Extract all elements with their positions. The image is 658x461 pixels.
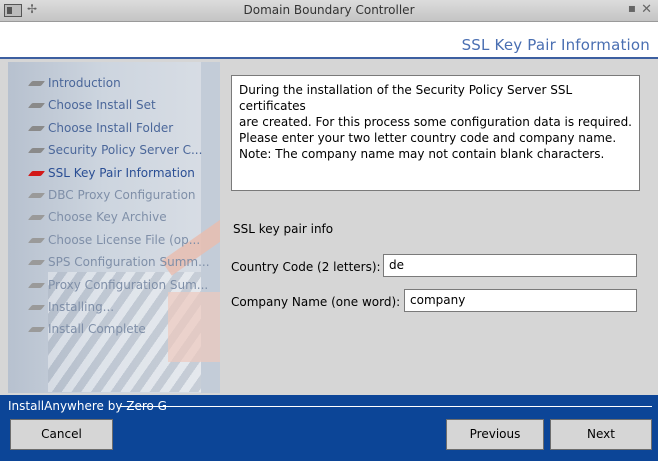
step-label: Proxy Configuration Sum... <box>48 277 209 292</box>
next-button[interactable]: Next <box>550 419 652 450</box>
instructions-line: Note: The company name may not contain b… <box>239 147 605 161</box>
content-area: During the installation of the Security … <box>220 62 650 393</box>
step-item: DBC Proxy Configuration <box>8 184 220 206</box>
page-title: SSL Key Pair Information <box>461 36 650 54</box>
step-bullet-icon <box>27 304 46 310</box>
instructions-line: are created. For this process some confi… <box>239 115 632 129</box>
step-bullet-icon <box>27 260 46 266</box>
country-code-field[interactable]: de <box>383 254 637 277</box>
step-label: SPS Configuration Summ... <box>48 255 210 270</box>
step-item: Choose Key Archive <box>8 206 220 228</box>
step-label: Install Complete <box>48 322 146 337</box>
steps-panel: Introduction Choose Install Set Choose I… <box>8 62 220 393</box>
step-bullet-icon <box>27 81 46 86</box>
step-bullet-icon <box>27 125 46 131</box>
instructions-box: During the installation of the Security … <box>231 75 640 191</box>
footer-bar: InstallAnywhere by Zero G Cancel Previou… <box>0 395 658 461</box>
step-current-bullet-icon <box>27 170 46 176</box>
close-icon[interactable]: ✕ <box>641 2 652 17</box>
step-item: Security Policy Server C... <box>8 139 220 161</box>
step-label: Security Policy Server C... <box>48 143 203 158</box>
step-item: Introduction <box>8 72 220 94</box>
page-header: SSL Key Pair Information <box>0 22 658 59</box>
step-label: Choose Install Folder <box>48 120 174 135</box>
divider <box>120 406 652 407</box>
step-item: Choose Install Folder <box>8 117 220 139</box>
step-item: Choose License File (op... <box>8 229 220 251</box>
step-label: Installing... <box>48 299 115 314</box>
step-bullet-icon <box>27 148 46 154</box>
window-titlebar: ✢ Domain Boundary Controller ▪ ✕ <box>0 0 658 22</box>
step-label: DBC Proxy Configuration <box>48 187 196 202</box>
step-label: SSL Key Pair Information <box>48 165 195 180</box>
instructions-line: During the installation of the Security … <box>239 83 573 113</box>
step-label: Choose Key Archive <box>48 210 167 225</box>
minimize-icon[interactable]: ▪ <box>628 1 636 15</box>
step-item: SPS Configuration Summ... <box>8 251 220 273</box>
instructions-line: Please enter your two letter country cod… <box>239 131 617 145</box>
step-item-current: SSL Key Pair Information <box>8 162 220 184</box>
step-label: Choose License File (op... <box>48 232 201 247</box>
steps-list: Introduction Choose Install Set Choose I… <box>8 72 220 341</box>
step-item: Install Complete <box>8 318 220 340</box>
step-label: Choose Install Set <box>48 98 156 113</box>
section-label: SSL key pair info <box>233 222 334 236</box>
company-name-label: Company Name (one word): <box>231 295 401 309</box>
step-bullet-icon <box>27 237 46 243</box>
step-bullet-icon <box>27 103 46 109</box>
step-label: Introduction <box>48 76 121 90</box>
step-bullet-icon <box>27 282 46 288</box>
step-item: Choose Install Set <box>8 94 220 116</box>
previous-button[interactable]: Previous <box>446 419 544 450</box>
step-bullet-icon <box>27 327 46 333</box>
country-code-label: Country Code (2 letters): <box>231 260 381 274</box>
company-name-field[interactable]: company <box>404 289 637 312</box>
cancel-button[interactable]: Cancel <box>10 419 113 450</box>
step-item: Installing... <box>8 296 220 318</box>
window-title: Domain Boundary Controller <box>243 3 415 17</box>
step-bullet-icon <box>27 192 46 198</box>
step-item: Proxy Configuration Sum... <box>8 274 220 296</box>
step-bullet-icon <box>27 215 46 221</box>
